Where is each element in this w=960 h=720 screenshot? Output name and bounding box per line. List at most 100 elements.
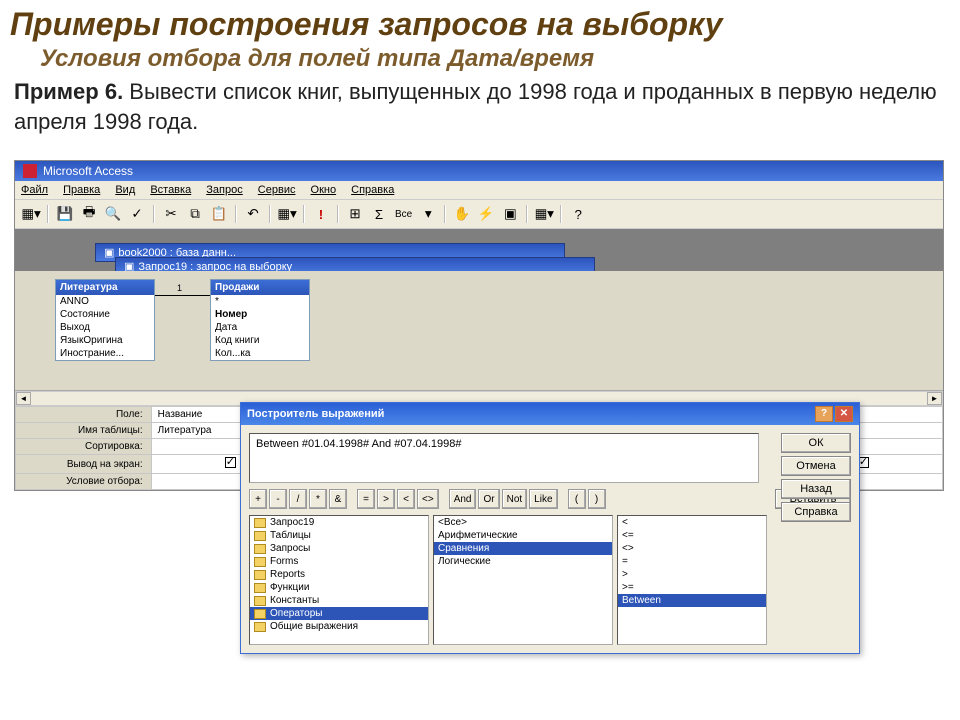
op-div[interactable]: / (289, 489, 307, 509)
ok-button[interactable]: ОК (781, 433, 851, 453)
folder-icon (254, 557, 266, 567)
menu-query[interactable]: Запрос (206, 184, 242, 196)
menu-edit[interactable]: Правка (63, 184, 100, 196)
builder-button[interactable]: ⚡ (476, 204, 496, 224)
op-eq[interactable]: = (357, 489, 375, 509)
op-like[interactable]: Like (529, 489, 557, 509)
op-minus[interactable]: - (269, 489, 287, 509)
tree-item[interactable]: Общие выражения (250, 620, 428, 633)
save-button[interactable]: 💾 (55, 204, 75, 224)
list-item[interactable]: > (618, 568, 766, 581)
field-item[interactable]: Инострание... (56, 347, 154, 360)
dbwindow-button[interactable]: ▣ (500, 204, 520, 224)
row-label-table: Имя таблицы: (16, 423, 152, 439)
list-item[interactable]: <= (618, 529, 766, 542)
spell-button[interactable]: ✓ (127, 204, 147, 224)
join-line (155, 295, 210, 296)
list-item[interactable]: <> (618, 542, 766, 555)
folder-icon (254, 596, 266, 606)
print-button[interactable]: 🖶 (79, 204, 99, 224)
builder-mid-pane[interactable]: <Все> Арифметические Сравнения Логически… (433, 515, 613, 645)
scroll-left-icon[interactable]: ◄ (16, 392, 31, 405)
op-mul[interactable]: * (309, 489, 327, 509)
tree-item[interactable]: Запрос19 (250, 516, 428, 529)
field-item[interactable]: Код книги (211, 334, 309, 347)
list-item[interactable]: <Все> (434, 516, 612, 529)
help-titlebar-button[interactable]: ? (815, 406, 833, 422)
list-item[interactable]: Логические (434, 555, 612, 568)
op-or[interactable]: Or (478, 489, 499, 509)
field-item[interactable]: ЯзыкОригина (56, 334, 154, 347)
builder-titlebar[interactable]: Построитель выражений ? ✕ (241, 403, 859, 425)
menubar[interactable]: Файл Правка Вид Вставка Запрос Сервис Ок… (15, 181, 943, 200)
folder-icon (254, 583, 266, 593)
op-gt[interactable]: > (377, 489, 395, 509)
op-amp[interactable]: & (329, 489, 347, 509)
help-button[interactable]: ? (568, 204, 588, 224)
table-prodazhi[interactable]: Продажи * Номер Дата Код книги Кол...ка (210, 279, 310, 361)
totals-button[interactable]: Σ (369, 204, 389, 224)
preview-button[interactable]: 🔍 (103, 204, 123, 224)
join-label: 1 (177, 283, 182, 293)
op-not[interactable]: Not (502, 489, 528, 509)
builder-title-text: Построитель выражений (247, 408, 384, 420)
help-button[interactable]: Справка (781, 502, 851, 522)
op-lparen[interactable]: ( (568, 489, 586, 509)
app-title: Microsoft Access (43, 164, 133, 178)
list-item[interactable]: < (618, 516, 766, 529)
tree-item[interactable]: Константы (250, 594, 428, 607)
field-item[interactable]: ANNO (56, 295, 154, 308)
tree-item[interactable]: Таблицы (250, 529, 428, 542)
close-titlebar-button[interactable]: ✕ (835, 406, 853, 422)
tree-item[interactable]: Forms (250, 555, 428, 568)
builder-left-pane[interactable]: Запрос19 Таблицы Запросы Forms Reports Ф… (249, 515, 429, 645)
expression-builder-dialog: Построитель выражений ? ✕ Between #01.04… (240, 402, 860, 654)
newobj-button[interactable]: ▦▾ (534, 204, 554, 224)
querytype-button[interactable]: ▦▾ (277, 204, 297, 224)
menu-insert[interactable]: Вставка (150, 184, 191, 196)
builder-right-pane[interactable]: < <= <> = > >= Between (617, 515, 767, 645)
cancel-button[interactable]: Отмена (781, 456, 851, 476)
menu-help[interactable]: Справка (351, 184, 394, 196)
field-item[interactable]: * (211, 295, 309, 308)
view-button[interactable]: ▦▾ (21, 204, 41, 224)
tree-item[interactable]: Запросы (250, 542, 428, 555)
checkbox-icon[interactable] (225, 457, 236, 468)
run-button[interactable]: ! (311, 204, 331, 224)
op-lt[interactable]: < (397, 489, 415, 509)
undo-button[interactable]: ↶ (243, 204, 263, 224)
list-item-selected[interactable]: Сравнения (434, 542, 612, 555)
field-item[interactable]: Номер (211, 308, 309, 321)
tree-item[interactable]: Reports (250, 568, 428, 581)
field-item[interactable]: Состояние (56, 308, 154, 321)
all-dropdown[interactable]: ▾ (418, 204, 438, 224)
list-item-selected[interactable]: Between (618, 594, 766, 607)
paste-button[interactable]: 📋 (209, 204, 229, 224)
copy-button[interactable]: ⧉ (185, 204, 205, 224)
row-label-criteria: Условие отбора: (16, 474, 152, 490)
cut-button[interactable]: ✂ (161, 204, 181, 224)
scroll-right-icon[interactable]: ► (927, 392, 942, 405)
menu-window[interactable]: Окно (311, 184, 337, 196)
tree-item[interactable]: Функции (250, 581, 428, 594)
field-item[interactable]: Дата (211, 321, 309, 334)
field-item[interactable]: Выход (56, 321, 154, 334)
properties-button[interactable]: ✋ (452, 204, 472, 224)
example-prefix: Пример 6. (14, 79, 123, 104)
list-item[interactable]: Арифметические (434, 529, 612, 542)
op-and[interactable]: And (449, 489, 477, 509)
field-item[interactable]: Кол...ка (211, 347, 309, 360)
menu-view[interactable]: Вид (115, 184, 135, 196)
showtable-button[interactable]: ⊞ (345, 204, 365, 224)
menu-tools[interactable]: Сервис (258, 184, 296, 196)
expression-textarea[interactable]: Between #01.04.1998# And #07.04.1998# (249, 433, 759, 483)
list-item[interactable]: >= (618, 581, 766, 594)
op-plus[interactable]: + (249, 489, 267, 509)
op-rparen[interactable]: ) (588, 489, 606, 509)
op-ne[interactable]: <> (417, 489, 439, 509)
table-literatura[interactable]: Литература ANNO Состояние Выход ЯзыкОриг… (55, 279, 155, 361)
back-button[interactable]: Назад (781, 479, 851, 499)
list-item[interactable]: = (618, 555, 766, 568)
menu-file[interactable]: Файл (21, 184, 48, 196)
tree-item-selected[interactable]: Операторы (250, 607, 428, 620)
